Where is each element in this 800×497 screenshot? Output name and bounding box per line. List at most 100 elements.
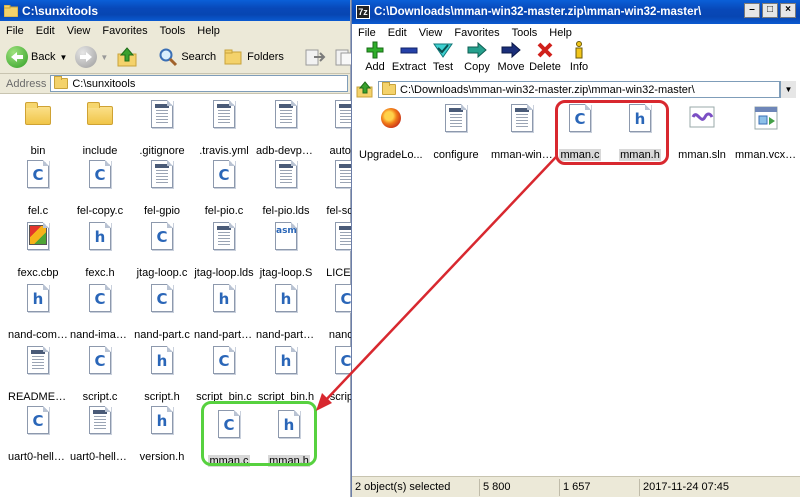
icon-part <box>689 106 715 128</box>
folder-icon <box>4 4 18 18</box>
file-name: UpgradeLo... <box>359 149 423 161</box>
file-item[interactable]: .gitignore <box>131 98 193 160</box>
file-name: nand-part.c <box>134 329 190 341</box>
add-button[interactable]: Add <box>358 41 392 77</box>
file-item[interactable]: Cscript_bin.c <box>193 344 255 406</box>
file-item[interactable]: Cnand-part.c <box>131 282 193 344</box>
icon-part <box>93 410 107 414</box>
move-button[interactable]: Move <box>494 41 528 77</box>
file-item[interactable]: h script.h <box>131 344 193 406</box>
file-name: README.md <box>8 391 69 403</box>
file-name: .gitignore <box>139 145 185 157</box>
test-button[interactable]: Test <box>426 41 460 77</box>
folders-button[interactable]: Folders <box>224 48 284 66</box>
file-item[interactable]: include <box>69 98 131 160</box>
menu-edit[interactable]: Edit <box>382 27 413 39</box>
icon-part <box>340 110 351 124</box>
explorer-address-input[interactable]: C:\sunxitools <box>50 75 348 92</box>
file-item[interactable]: mman.vcxproj <box>734 102 800 164</box>
file-item[interactable]: jtag-loop.lds <box>193 220 255 282</box>
explorer-titlebar[interactable]: C:\sunxitools <box>0 0 350 21</box>
menu-help[interactable]: Help <box>543 27 578 39</box>
file-item[interactable]: uart0-hello... <box>69 404 131 466</box>
c-source-file-icon: C <box>22 404 54 436</box>
file-item[interactable]: fel-pio.lds <box>255 158 317 220</box>
sevenzip-status-bar: 2 object(s) selected 5 800 1 657 2017-11… <box>352 476 800 497</box>
file-item[interactable]: h version.h <box>131 404 193 466</box>
move-to-button[interactable] <box>304 47 326 67</box>
menu-view[interactable]: View <box>61 25 97 37</box>
up-folder-button[interactable] <box>116 46 138 68</box>
menu-file[interactable]: File <box>352 27 382 39</box>
file-item[interactable]: README.md <box>7 344 69 406</box>
file-item[interactable]: fexc.cbp <box>7 220 69 282</box>
sevenzip-titlebar[interactable]: 7z C:\Downloads\mman-win32-master.zip\mm… <box>352 0 800 24</box>
maximize-button[interactable]: □ <box>762 3 778 18</box>
text-file-icon <box>146 98 178 130</box>
file-item[interactable]: bin <box>7 98 69 160</box>
file-item[interactable]: UpgradeLo... <box>358 102 423 164</box>
file-item[interactable]: Cfel-pio.c <box>193 158 255 220</box>
back-button[interactable]: Back ▼ <box>6 46 67 68</box>
icon-part <box>449 108 463 112</box>
file-item[interactable]: Cnand-p <box>315 282 351 344</box>
icon-part <box>156 170 168 184</box>
file-item[interactable]: configure <box>424 102 488 164</box>
file-item[interactable]: Cfel-copy.c <box>69 158 131 220</box>
chevron-down-icon: ▼ <box>784 85 793 94</box>
forward-dropdown-icon[interactable]: ▼ <box>100 53 108 62</box>
file-item[interactable]: Cfel.c <box>7 158 69 220</box>
file-item[interactable]: fel-sdbo <box>315 158 351 220</box>
file-item[interactable]: autove <box>315 98 351 160</box>
c-source-file-icon: C <box>146 220 178 252</box>
delete-button[interactable]: Delete <box>528 41 562 77</box>
text-file-icon <box>208 220 240 252</box>
file-item[interactable]: mman-win3... <box>490 102 556 164</box>
c-source-file-icon: C <box>84 344 116 376</box>
menu-help[interactable]: Help <box>191 25 226 37</box>
file-item[interactable]: fel-gpio <box>131 158 193 220</box>
file-item[interactable]: adb-devpro... <box>255 98 317 160</box>
c-source-file-icon: C <box>146 282 178 314</box>
menu-favorites[interactable]: Favorites <box>448 27 505 39</box>
file-item[interactable]: Cuart0-hello... <box>7 404 69 466</box>
up-folder-button[interactable] <box>356 81 374 98</box>
file-item[interactable]: .travis.yml <box>193 98 255 160</box>
sevenzip-address-input[interactable]: C:\Downloads\mman-win32-master.zip\mman-… <box>378 81 780 98</box>
icon-part: h <box>89 222 111 250</box>
menu-favorites[interactable]: Favorites <box>96 25 153 37</box>
file-item[interactable]: h nand-comm... <box>7 282 69 344</box>
search-button[interactable]: Search <box>158 47 216 67</box>
copy-button[interactable]: Copy <box>460 41 494 77</box>
menu-edit[interactable]: Edit <box>30 25 61 37</box>
file-item[interactable]: Cscript_ <box>315 344 351 406</box>
menu-tools[interactable]: Tools <box>154 25 192 37</box>
menu-view[interactable]: View <box>413 27 449 39</box>
info-button[interactable]: Info <box>562 41 596 77</box>
file-item[interactable]: h nand-part-a... <box>193 282 255 344</box>
file-item[interactable]: h fexc.h <box>69 220 131 282</box>
file-item[interactable]: mman.sln <box>670 102 734 164</box>
file-item[interactable]: Cscript.c <box>69 344 131 406</box>
icon-part: C <box>335 346 351 374</box>
text-file-icon <box>146 158 178 190</box>
menu-tools[interactable]: Tools <box>506 27 544 39</box>
file-item[interactable]: Cnand-imag... <box>69 282 131 344</box>
file-item[interactable]: LICENS <box>315 220 351 282</box>
icon-part <box>217 104 231 108</box>
minimize-button[interactable]: – <box>744 3 760 18</box>
icon-part <box>755 107 777 112</box>
file-item[interactable]: asm jtag-loop.S <box>255 220 317 282</box>
file-item[interactable]: Cjtag-loop.c <box>131 220 193 282</box>
file-item[interactable]: h script_bin.h <box>255 344 317 406</box>
forward-button[interactable]: ▼ <box>75 46 108 68</box>
back-dropdown-icon[interactable]: ▼ <box>59 53 67 62</box>
icon-part: C <box>89 284 111 312</box>
address-dropdown-button[interactable]: ▼ <box>780 81 796 98</box>
up-folder-icon <box>356 81 373 98</box>
menu-file[interactable]: File <box>0 25 30 37</box>
extract-button[interactable]: Extract <box>392 41 426 77</box>
file-item[interactable]: h nand-part-a... <box>255 282 317 344</box>
close-button[interactable]: × <box>780 3 796 18</box>
green-highlight-box <box>201 401 317 466</box>
